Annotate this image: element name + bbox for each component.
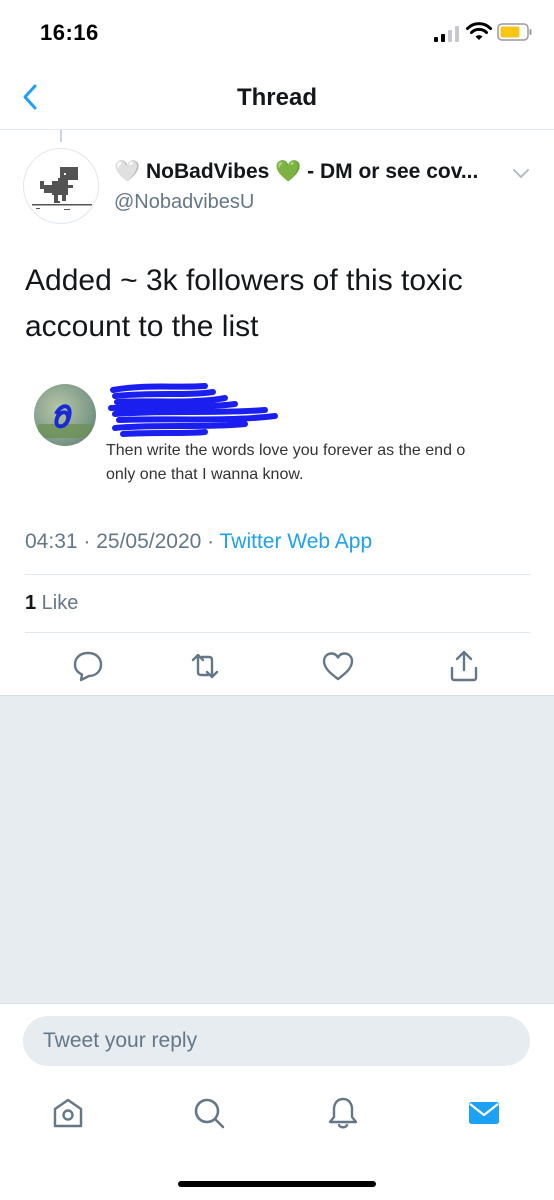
like-count: 1 [25, 592, 37, 614]
tweet-source-link[interactable]: Twitter Web App [220, 530, 373, 553]
empty-replies-area [0, 695, 554, 1003]
chevron-down-icon[interactable] [511, 166, 531, 180]
battery-icon [497, 23, 532, 41]
retweet-icon[interactable] [187, 648, 223, 684]
signal-icon [434, 26, 459, 42]
like-label: Like [36, 592, 79, 614]
bell-icon[interactable] [325, 1095, 361, 1131]
nav-header: Thread [0, 64, 554, 130]
home-icon[interactable] [50, 1095, 86, 1131]
tweet-meta: 04:31 · 25/05/2020 · Twitter Web App [25, 530, 372, 554]
author-display-name[interactable]: 🤍 NoBadVibes 💚 - DM or see cov... [114, 160, 498, 184]
author-name: NoBadVibes [146, 160, 270, 183]
thread-line [60, 130, 62, 142]
white-heart-emoji: 🤍 [114, 160, 141, 183]
divider [25, 632, 530, 633]
status-time: 16:16 [40, 20, 99, 45]
likes-summary[interactable]: 1 Like [25, 592, 78, 615]
tweet-text: Added ~ 3k followers of this toxic accou… [25, 264, 463, 343]
heart-icon[interactable] [320, 648, 356, 684]
author-handle[interactable]: @NobadvibesU [114, 191, 254, 214]
scribble-avatar-icon [38, 404, 92, 438]
comment-icon[interactable] [70, 648, 106, 684]
search-icon[interactable] [191, 1095, 227, 1131]
reply-input[interactable]: Tweet your reply [23, 1016, 530, 1066]
share-icon[interactable] [446, 648, 482, 684]
reply-bar: Tweet your reply [0, 1003, 554, 1075]
avatar[interactable] [23, 148, 99, 224]
dino-avatar-icon [32, 167, 92, 210]
wifi-icon [466, 22, 492, 40]
green-heart-emoji: 💚 [275, 160, 302, 183]
embedded-avatar [34, 384, 96, 446]
embedded-text-line-2: only one that I wanna know. [106, 466, 304, 483]
tweet-timestamp: 04:31 · 25/05/2020 · [25, 530, 220, 553]
envelope-icon[interactable] [466, 1095, 502, 1131]
redaction-scribble [108, 383, 278, 437]
embedded-screenshot[interactable]: Then write the words love you forever as… [25, 370, 530, 500]
divider [25, 574, 530, 575]
home-indicator [178, 1181, 376, 1187]
page-title: Thread [236, 84, 317, 111]
tweet-actions [0, 648, 554, 684]
author-name-suffix: - DM or see cov... [301, 160, 479, 183]
status-bar: 16:16 [0, 0, 554, 64]
embedded-text-line-1: Then write the words love you forever as… [106, 442, 466, 459]
